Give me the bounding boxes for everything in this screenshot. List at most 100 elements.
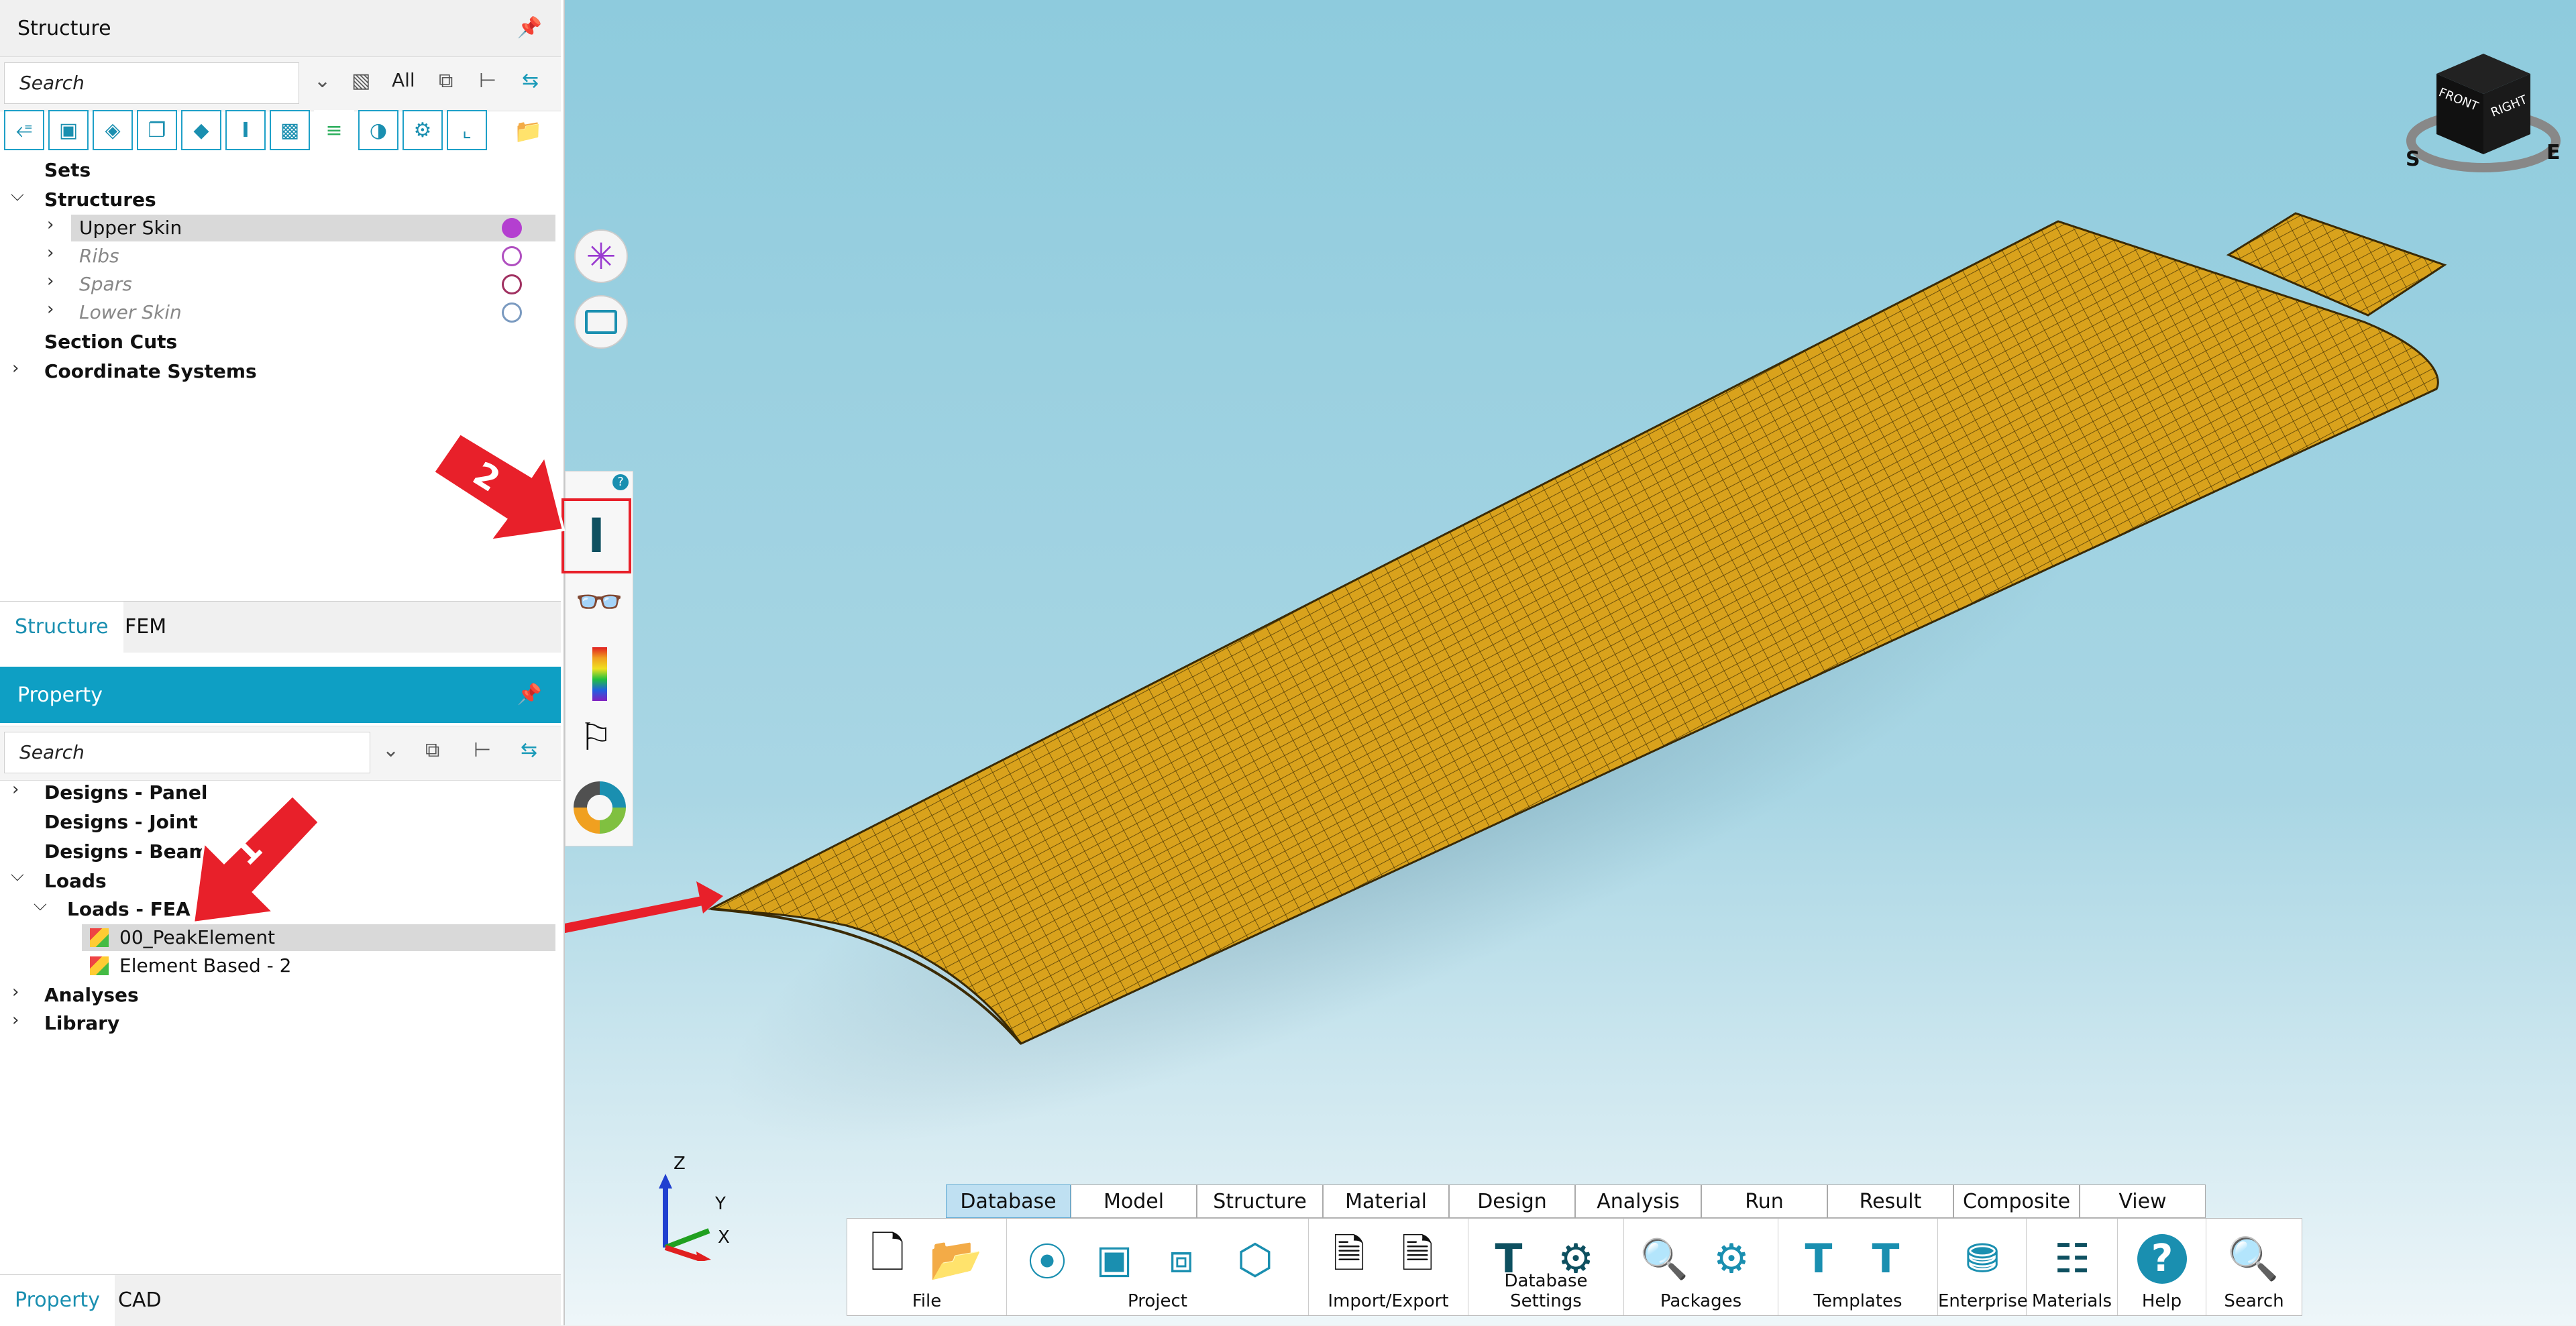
tree-item-section-cuts[interactable]: Section Cuts [44, 329, 177, 355]
template-icon[interactable]: T [1792, 1232, 1845, 1286]
open-folder-icon[interactable]: 📂 [929, 1232, 983, 1286]
package-gear-icon[interactable]: ⚙ [1705, 1232, 1758, 1286]
tab-database[interactable]: Database [946, 1184, 1071, 1218]
pin-icon[interactable]: 📌 [517, 16, 542, 40]
visibility-ring[interactable] [502, 246, 522, 266]
tree-item-spars[interactable]: Spars [79, 271, 132, 298]
tree-item-lower-skin[interactable]: Lower Skin [79, 299, 182, 326]
tree-item-analyses[interactable]: Analyses [44, 982, 139, 1009]
panel-icon[interactable]: ◈ [93, 110, 133, 150]
export-icon[interactable]: 🗎 [1391, 1231, 1444, 1286]
new-file-icon[interactable]: 🗋 [861, 1229, 914, 1286]
tree-item-library[interactable]: Library [44, 1010, 119, 1037]
solid-icon[interactable]: ▣ [48, 110, 89, 150]
search-icon[interactable]: 🔍 [2226, 1232, 2280, 1286]
tree-item-element-based[interactable]: Element Based - 2 [119, 952, 292, 979]
tab-structure-ribbon[interactable]: Structure [1197, 1184, 1323, 1218]
tree-item-loads[interactable]: Loads [44, 868, 107, 895]
chevron-right-icon[interactable]: › [12, 1010, 19, 1030]
visibility-dot-filled[interactable] [502, 218, 522, 238]
section-cut-icon[interactable]: ◑ [358, 110, 398, 150]
package-search-icon[interactable]: 🔍 [1638, 1232, 1691, 1286]
hierarchy-icon[interactable]: ⊢ [479, 69, 496, 93]
colorbar-icon[interactable] [592, 647, 607, 701]
template-copy-icon[interactable]: T [1859, 1232, 1913, 1286]
collapse-all-icon[interactable]: ⧉ [439, 69, 453, 93]
ribbon-group-search: 🔍 Search [2206, 1219, 2302, 1315]
chevron-right-icon[interactable]: › [12, 358, 19, 378]
axis-z-label: Z [674, 1154, 686, 1174]
filter-all-label[interactable]: All [392, 69, 415, 91]
donut-chart-icon[interactable] [574, 781, 626, 834]
chevron-right-icon[interactable]: › [47, 243, 54, 263]
wing-mesh-model[interactable] [565, 0, 2576, 1325]
tab-property[interactable]: Property [0, 1275, 115, 1326]
collapse-all-icon[interactable]: ⧉ [425, 738, 439, 762]
tab-design[interactable]: Design [1449, 1184, 1575, 1218]
chevron-right-icon[interactable]: › [47, 215, 54, 235]
import-icon[interactable]: 🗎 [1322, 1231, 1376, 1286]
tab-view[interactable]: View [2080, 1184, 2206, 1218]
tree-item-ribs[interactable]: Ribs [79, 243, 119, 270]
chevron-right-icon[interactable]: › [47, 271, 54, 291]
enterprise-database-icon[interactable]: ⛃ [1955, 1232, 2009, 1286]
sync-icon[interactable]: ⇆ [521, 738, 537, 762]
beam-analysis-icon[interactable]: I [561, 498, 631, 573]
property-tabbar: Property CAD [0, 1274, 561, 1326]
property-search-input[interactable]: Search [4, 732, 370, 773]
structure-search-input[interactable]: Search [4, 62, 299, 104]
import-project-icon[interactable]: ⧈ [1155, 1232, 1208, 1286]
tree-item-upper-skin[interactable]: Upper Skin [79, 215, 182, 241]
chevron-right-icon[interactable]: › [47, 299, 54, 319]
visibility-ring[interactable] [502, 274, 522, 294]
tab-material[interactable]: Material [1323, 1184, 1449, 1218]
chevron-down-icon[interactable]: ⌵ [11, 865, 24, 886]
tab-fem[interactable]: FEM [110, 602, 181, 653]
new-folder-icon[interactable]: 📁 [514, 118, 542, 145]
frame-icon[interactable] [574, 295, 628, 349]
property-search-row: Search ⌄ ⧉ ⊢ ⇆ [0, 726, 561, 781]
sync-icon[interactable]: ⇆ [522, 69, 539, 93]
pin-icon[interactable]: 📌 [517, 683, 542, 706]
tab-cad[interactable]: CAD [103, 1275, 176, 1326]
3d-viewport[interactable]: FRONT RIGHT S E Z Y X [565, 0, 2576, 1325]
help-circle-icon[interactable]: ? [2135, 1232, 2189, 1286]
chevron-down-icon[interactable]: ⌄ [314, 69, 331, 93]
project-window-icon[interactable]: ▣ [1087, 1232, 1141, 1286]
nodes-icon[interactable]: ⭀ [4, 110, 44, 150]
tree-item-structures[interactable]: Structures [44, 186, 156, 213]
materials-icon[interactable]: ☷ [2045, 1232, 2099, 1286]
tab-structure[interactable]: Structure [0, 602, 123, 653]
hierarchy-icon[interactable]: ⊢ [474, 738, 491, 762]
box-icon[interactable]: ▩ [270, 110, 310, 150]
asterisk-icon[interactable]: ✳ [574, 229, 628, 283]
tab-run[interactable]: Run [1701, 1184, 1827, 1218]
chevron-down-icon[interactable]: ⌵ [11, 185, 24, 206]
chevron-down-icon[interactable]: ⌄ [382, 738, 399, 762]
load-set-icon [90, 928, 109, 947]
tab-composite[interactable]: Composite [1953, 1184, 2080, 1218]
tab-model[interactable]: Model [1071, 1184, 1197, 1218]
axes-icon[interactable]: ⌞ [447, 110, 487, 150]
gear-box-icon[interactable]: ⚙ [402, 110, 443, 150]
chevron-right-icon[interactable]: › [12, 779, 19, 799]
cube-filter-icon[interactable]: ▧ [352, 69, 370, 93]
tree-item-coordinate-systems[interactable]: Coordinate Systems [44, 358, 257, 385]
ribbon-group-materials: ☷ Materials [2027, 1219, 2118, 1315]
tab-result[interactable]: Result [1827, 1184, 1953, 1218]
help-icon[interactable]: ? [612, 474, 629, 490]
visibility-ring[interactable] [502, 302, 522, 323]
chevron-down-icon[interactable]: ⌵ [34, 895, 47, 916]
beam-icon[interactable]: I [225, 110, 266, 150]
new-project-icon[interactable]: ⦿ [1020, 1232, 1074, 1286]
plate-icon[interactable]: ◆ [181, 110, 221, 150]
joint-icon[interactable]: ❐ [137, 110, 177, 150]
chevron-right-icon[interactable]: › [12, 982, 19, 1002]
view-cube[interactable]: FRONT RIGHT S E [2403, 47, 2564, 181]
layers-icon[interactable]: ≡ [314, 110, 354, 150]
glasses-icon[interactable]: 👓 [575, 579, 623, 625]
flag-icon[interactable]: ⚐ [579, 716, 612, 759]
tree-item-sets[interactable]: Sets [44, 157, 91, 184]
tab-analysis[interactable]: Analysis [1575, 1184, 1701, 1218]
package-box-icon[interactable]: ⬡ [1228, 1232, 1282, 1286]
